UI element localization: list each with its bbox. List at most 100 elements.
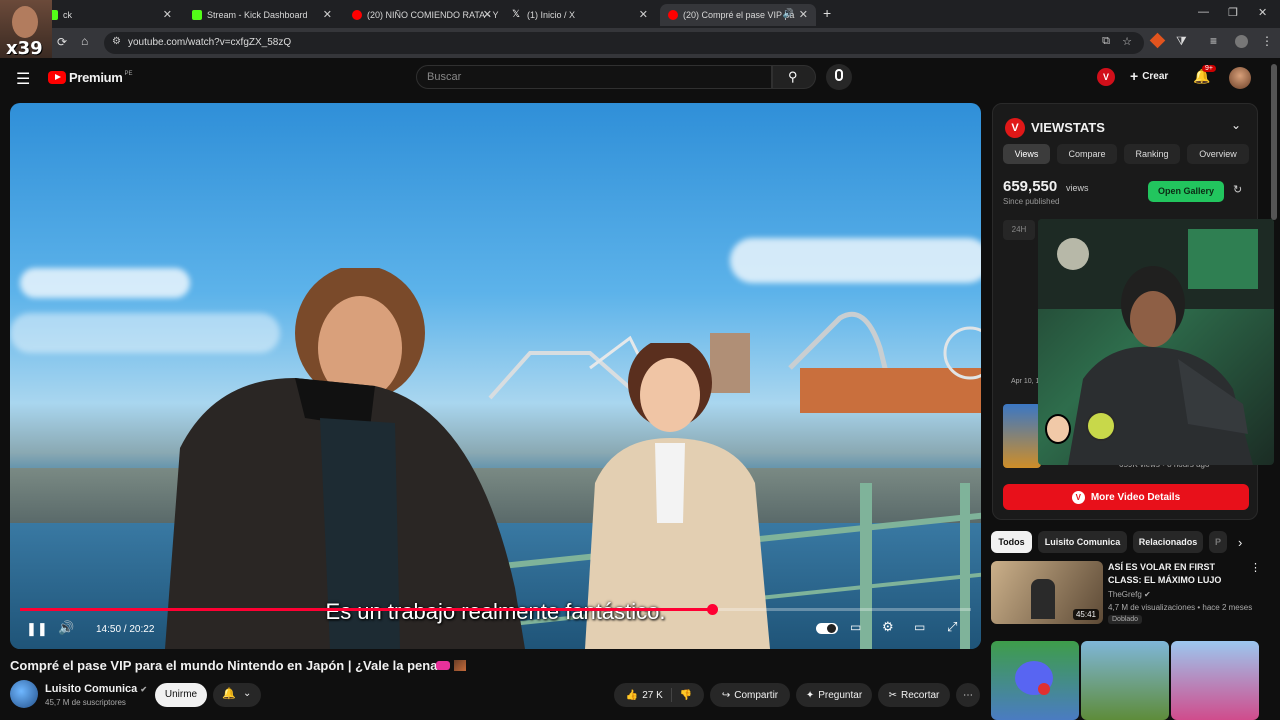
- time-display: 14:50 / 20:22: [96, 624, 155, 635]
- install-app-icon[interactable]: ⧉: [1102, 35, 1110, 48]
- chevron-down-icon[interactable]: ⌄: [1231, 118, 1241, 132]
- youtube-icon: [668, 10, 678, 20]
- tab-title: (20) Compré el pase VIP pa: [683, 10, 795, 20]
- recommended-thumbnail[interactable]: 45:41: [991, 561, 1103, 624]
- page-scrollbar[interactable]: [1271, 64, 1277, 220]
- video-title: Compré el pase VIP para el mundo Nintend…: [10, 658, 446, 673]
- more-vertical-icon[interactable]: ⋮: [1250, 561, 1261, 574]
- browser-menu-icon[interactable]: ⋮: [1261, 34, 1273, 48]
- browser-tab[interactable]: Stream - Kick Dashboard ✕: [184, 4, 340, 26]
- since-published: Since published: [1003, 197, 1060, 206]
- streamer-webcam: [1038, 219, 1274, 465]
- speaker-icon[interactable]: 🔊: [783, 8, 794, 19]
- ask-button[interactable]: ✦ Preguntar: [796, 683, 872, 707]
- fullscreen-icon[interactable]: ⤢: [947, 619, 957, 635]
- clip-button[interactable]: ✂ Recortar: [878, 683, 950, 707]
- viewstats-extension-button[interactable]: V: [1097, 68, 1115, 86]
- close-icon[interactable]: ✕: [323, 8, 332, 21]
- close-icon[interactable]: ✕: [483, 8, 492, 21]
- refresh-icon[interactable]: ↻: [1233, 183, 1242, 196]
- tab-views[interactable]: Views: [1003, 144, 1050, 164]
- chip-all[interactable]: Todos: [991, 531, 1032, 553]
- search-input[interactable]: Buscar: [416, 65, 772, 89]
- video-player[interactable]: Es un trabajo realmente fantástico. ❚❚ 🔊…: [10, 103, 981, 649]
- maximize-icon[interactable]: ❐: [1228, 6, 1238, 19]
- emoji-icon: [454, 660, 466, 671]
- site-info-icon[interactable]: ⚙: [112, 36, 121, 47]
- tab-title: ck: [63, 10, 72, 20]
- channel-name[interactable]: Luisito Comunica ✔: [45, 683, 147, 695]
- browser-tab-active[interactable]: (20) Compré el pase VIP pa 🔊 ✕: [660, 4, 816, 26]
- logo-text: Premium: [69, 70, 123, 85]
- more-video-details-button[interactable]: V More Video Details: [1003, 484, 1249, 510]
- shorts-thumbnail[interactable]: [1081, 641, 1169, 720]
- reload-icon[interactable]: ⟳: [57, 35, 67, 49]
- address-bar[interactable]: ⚙ youtube.com/watch?v=cxfgZX_58zQ ⧉ ☆: [104, 32, 1144, 54]
- range-24h-button[interactable]: 24H: [1003, 220, 1035, 240]
- bookmark-star-icon[interactable]: ☆: [1122, 35, 1132, 48]
- x-logo-icon: 𝕏: [512, 9, 521, 20]
- progress-fill: [20, 608, 713, 611]
- window-close-icon[interactable]: ✕: [1258, 6, 1267, 19]
- cloud: [730, 238, 981, 283]
- plus-icon: +: [1130, 68, 1139, 84]
- tab-compare[interactable]: Compare: [1057, 144, 1117, 164]
- join-button[interactable]: Unirme: [155, 683, 207, 707]
- recommended-channel[interactable]: TheGrefg ✔: [1108, 590, 1151, 599]
- pause-icon[interactable]: ❚❚: [26, 621, 48, 637]
- volume-icon[interactable]: 🔊: [58, 620, 74, 636]
- recommended-title[interactable]: ASÍ ES VOLAR EN FIRST CLASS: EL MÁXIMO L…: [1108, 561, 1246, 587]
- settings-gear-icon[interactable]: ⚙: [882, 619, 894, 635]
- more-actions-button[interactable]: ⋯: [956, 683, 980, 707]
- account-avatar[interactable]: [1229, 67, 1251, 89]
- browser-tab[interactable]: 𝕏 (1) Inicio / X ✕: [504, 4, 656, 26]
- bell-icon: 🔔: [222, 688, 236, 700]
- share-button[interactable]: ↪ Compartir: [710, 683, 790, 707]
- progress-bar[interactable]: [20, 604, 971, 615]
- chip-channel[interactable]: Luisito Comunica: [1038, 531, 1127, 553]
- like-button[interactable]: 👍 27 K: [626, 690, 663, 701]
- media-control-icon[interactable]: ≡: [1210, 34, 1217, 48]
- browser-tab[interactable]: (20) NIÑO COMIENDO RATA - Y ✕: [344, 4, 500, 26]
- chevron-right-icon[interactable]: ›: [1238, 535, 1242, 550]
- share-icon: ↪: [721, 689, 731, 701]
- shorts-thumbnail[interactable]: [991, 641, 1079, 720]
- extension-icon[interactable]: [1149, 32, 1166, 49]
- youtube-icon: [352, 10, 362, 20]
- url-text: youtube.com/watch?v=cxfgZX_58zQ: [128, 37, 292, 48]
- new-tab-button[interactable]: +: [823, 5, 831, 21]
- thumbs-down-icon[interactable]: 👎: [680, 690, 692, 701]
- search-button[interactable]: ⚲: [772, 65, 816, 89]
- create-button[interactable]: + Crear: [1130, 68, 1168, 84]
- puzzle-extensions-icon[interactable]: ⧩: [1176, 34, 1187, 49]
- subscription-bell-button[interactable]: 🔔 ⌄: [213, 683, 261, 707]
- search-icon: ⚲: [788, 69, 798, 84]
- autoplay-toggle[interactable]: [816, 623, 838, 634]
- theater-mode-icon[interactable]: ▭: [914, 620, 925, 634]
- tab-title: (20) NIÑO COMIENDO RATA - Y: [367, 10, 499, 20]
- kick-icon: [192, 10, 202, 20]
- close-icon[interactable]: ✕: [799, 8, 808, 21]
- like-dislike-group: 👍 27 K 👎: [614, 683, 704, 707]
- browser-tab[interactable]: ck ✕: [40, 4, 180, 26]
- profile-avatar[interactable]: [1235, 35, 1248, 48]
- subtitles-icon[interactable]: ▭: [850, 620, 861, 634]
- tab-overview[interactable]: Overview: [1187, 144, 1249, 164]
- subscriber-count: 45,7 M de suscriptores: [45, 698, 126, 707]
- video-thumbnail[interactable]: [1003, 404, 1041, 468]
- home-icon[interactable]: ⌂: [81, 34, 88, 48]
- minimize-icon[interactable]: —: [1198, 6, 1209, 18]
- chip-more[interactable]: P: [1209, 531, 1227, 553]
- channel-avatar[interactable]: [10, 680, 38, 708]
- chip-related[interactable]: Relacionados: [1133, 531, 1203, 553]
- open-gallery-button[interactable]: Open Gallery: [1148, 181, 1224, 202]
- close-icon[interactable]: ✕: [639, 8, 648, 21]
- chart-date-label: Apr 10, 1: [1011, 378, 1040, 385]
- youtube-logo[interactable]: Premium PE: [48, 70, 133, 85]
- hamburger-menu-icon[interactable]: ☰: [16, 69, 30, 89]
- shorts-thumbnail[interactable]: [1171, 641, 1259, 720]
- voice-search-button[interactable]: [826, 64, 852, 90]
- video-duration: 45:41: [1072, 609, 1099, 620]
- tab-ranking[interactable]: Ranking: [1124, 144, 1180, 164]
- close-icon[interactable]: ✕: [163, 8, 172, 21]
